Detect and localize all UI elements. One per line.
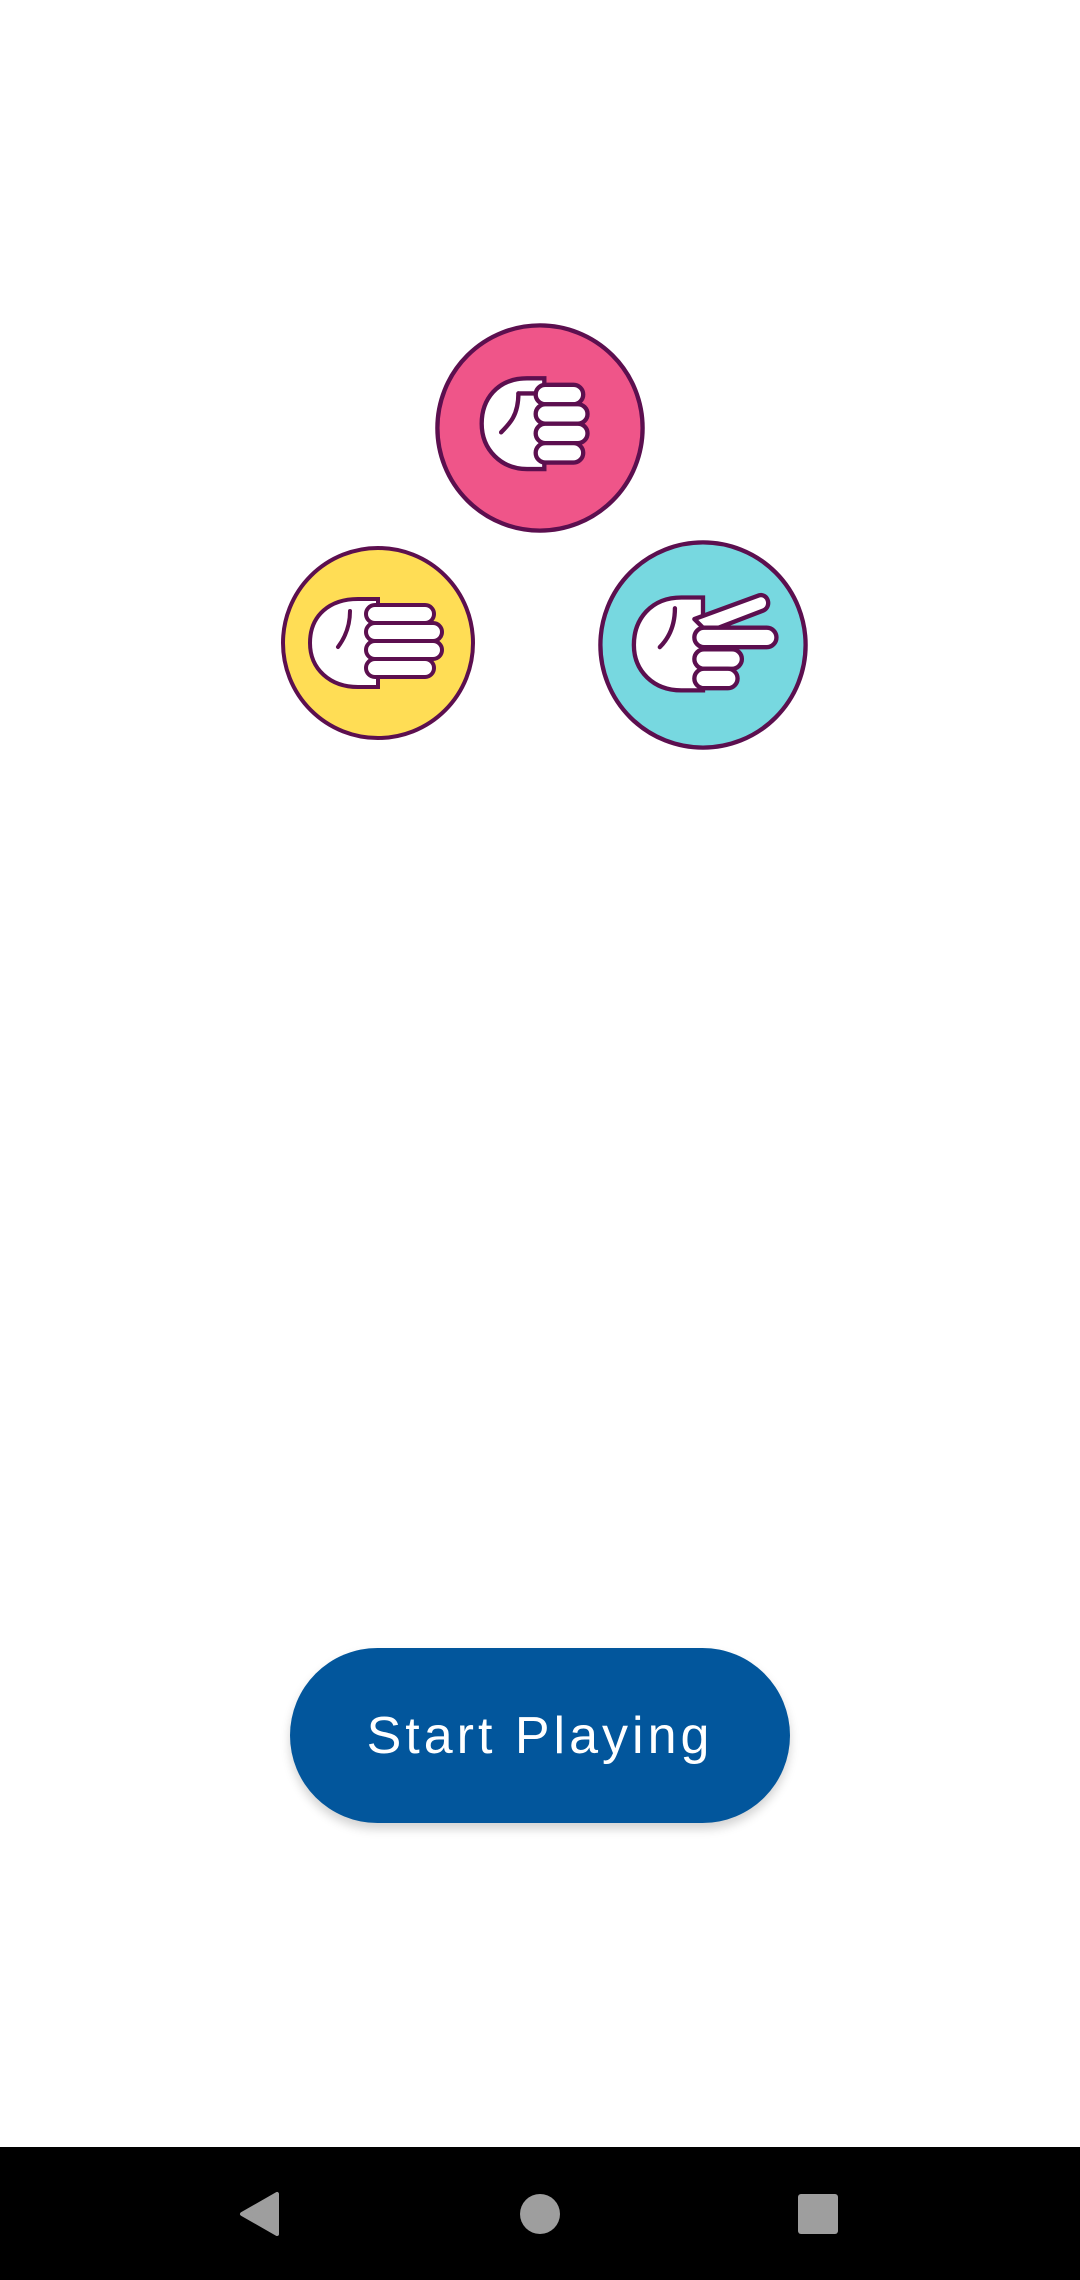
screen: Start Playing (0, 0, 1080, 2280)
game-logo (0, 0, 1080, 800)
scissors-hand-icon (598, 540, 808, 750)
rock-hand-icon (435, 323, 645, 533)
back-button[interactable] (190, 2147, 330, 2280)
back-icon (240, 2191, 279, 2236)
home-button[interactable] (470, 2147, 610, 2280)
system-navigation-bar (0, 2147, 1080, 2280)
home-icon (520, 2193, 560, 2234)
recents-button[interactable] (748, 2147, 888, 2280)
start-playing-button[interactable]: Start Playing (290, 1648, 790, 1823)
recents-icon (798, 2193, 838, 2234)
paper-hand-icon (281, 546, 475, 740)
